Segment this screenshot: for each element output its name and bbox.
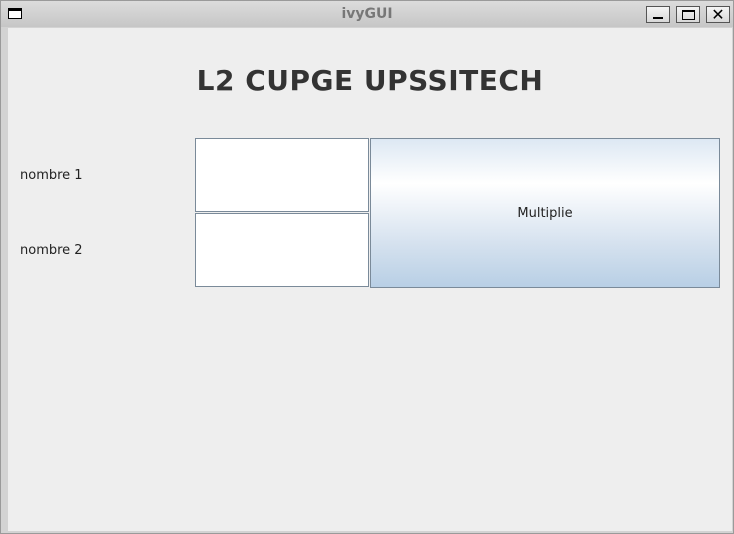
page-title: L2 CUPGE UPSSITECH bbox=[196, 64, 544, 97]
close-button[interactable]: ✕ bbox=[706, 5, 730, 24]
maximize-button[interactable] bbox=[676, 6, 700, 23]
main-panel: L2 CUPGE UPSSITECH nombre 1 nombre 2 Mul… bbox=[8, 28, 732, 531]
minimize-icon bbox=[653, 17, 663, 19]
nombre-2-field[interactable] bbox=[195, 213, 369, 287]
multiplie-button[interactable]: Multiplie bbox=[370, 138, 720, 288]
close-icon: ✕ bbox=[711, 5, 725, 24]
nombre-1-field[interactable] bbox=[195, 138, 369, 212]
title-bar[interactable]: ivyGUI ✕ bbox=[1, 1, 733, 27]
window-title: ivyGUI bbox=[341, 6, 393, 22]
nombre-2-label: nombre 2 bbox=[20, 243, 83, 258]
app-window: ivyGUI ✕ L2 CUPGE UPSSITECH nombre 1 nom… bbox=[0, 0, 734, 534]
maximize-icon bbox=[682, 10, 695, 20]
minimize-button[interactable] bbox=[646, 6, 670, 23]
nombre-1-label: nombre 1 bbox=[20, 168, 83, 183]
